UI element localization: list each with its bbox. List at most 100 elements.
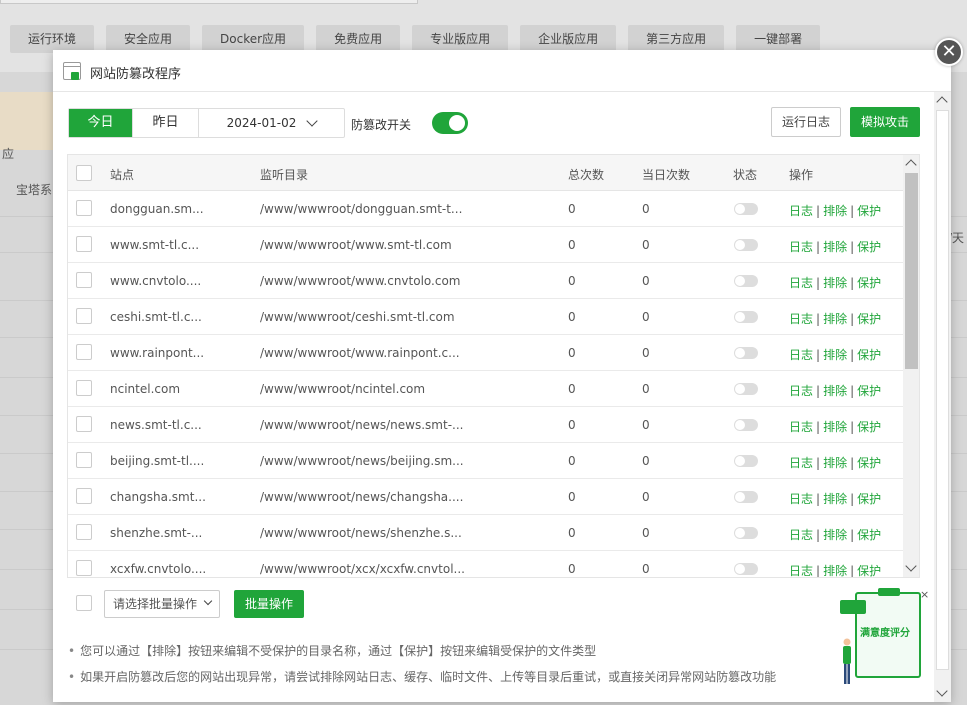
separator: | [816,240,821,254]
batch-operation-button[interactable]: 批量操作 [234,590,304,618]
row-checkbox[interactable] [76,236,92,252]
monitor-directory: /www/wwwroot/news/shenzhe.s... [260,526,462,540]
log-link[interactable]: 日志 [789,564,813,577]
log-link[interactable]: 日志 [789,384,813,398]
exclude-link[interactable]: 排除 [823,276,847,290]
log-link[interactable]: 日志 [789,348,813,362]
background-tabs: 运行环境 安全应用 Docker应用 免费应用 专业版应用 企业版应用 第三方应用 一键部署 [10,25,832,53]
row-checkbox[interactable] [76,380,92,396]
status-toggle[interactable] [734,419,758,431]
row-checkbox[interactable] [76,416,92,432]
status-toggle[interactable] [734,455,758,467]
exclude-link[interactable]: 排除 [823,528,847,542]
site-name: www.cnvtolo.... [110,274,202,288]
run-log-button[interactable]: 运行日志 [771,107,841,137]
protect-link[interactable]: 保护 [857,384,881,398]
yesterday-button[interactable]: 昨日 [133,109,199,137]
row-checkbox[interactable] [76,200,92,216]
exclude-link[interactable]: 排除 [823,312,847,326]
exclude-link[interactable]: 排除 [823,420,847,434]
exclude-link[interactable]: 排除 [823,348,847,362]
row-checkbox[interactable] [76,272,92,288]
status-toggle[interactable] [734,527,758,539]
simulate-attack-button[interactable]: 模拟攻击 [850,107,920,137]
row-checkbox[interactable] [76,488,92,504]
status-toggle[interactable] [734,383,758,395]
batch-operation-select[interactable]: 请选择批量操作 [104,590,220,618]
select-all-checkbox[interactable] [76,165,92,181]
log-link[interactable]: 日志 [789,204,813,218]
log-link[interactable]: 日志 [789,528,813,542]
monitor-directory: /www/wwwroot/www.rainpont.c... [260,346,460,360]
exclude-link[interactable]: 排除 [823,492,847,506]
tip-line: 如果开启防篡改后您的网站出现异常，请尝试排除网站日志、缓存、临时文件、上传等目录… [68,668,776,685]
today-count: 0 [642,346,650,360]
exclude-link[interactable]: 排除 [823,204,847,218]
tamper-toggle-label: 防篡改开关 [351,118,412,132]
background-tab: 专业版应用 [412,25,509,53]
row-checkbox[interactable] [76,344,92,360]
satisfaction-close-icon[interactable]: × [920,588,929,601]
log-link[interactable]: 日志 [789,492,813,506]
row-checkbox[interactable] [76,452,92,468]
header-total: 总次数 [568,168,605,182]
row-checkbox[interactable] [76,560,92,576]
status-toggle[interactable] [734,275,758,287]
table-row: shenzhe.smt-... /www/wwwroot/news/shenzhe… [68,515,903,551]
date-select[interactable]: 2024-01-02 [199,109,344,137]
protect-link[interactable]: 保护 [857,240,881,254]
protect-link[interactable]: 保护 [857,456,881,470]
log-link[interactable]: 日志 [789,420,813,434]
person-icon [843,638,851,684]
scroll-down-icon[interactable] [936,685,948,697]
monitor-directory: /www/wwwroot/www.cnvtolo.com [260,274,461,288]
protect-link[interactable]: 保护 [857,312,881,326]
satisfaction-widget[interactable]: 满意度评分 [836,588,928,692]
table-scrollbar[interactable] [903,155,919,577]
exclude-link[interactable]: 排除 [823,456,847,470]
modal-scrollbar[interactable] [934,92,951,702]
exclude-link[interactable]: 排除 [823,240,847,254]
status-toggle[interactable] [734,311,758,323]
protect-link[interactable]: 保护 [857,420,881,434]
scrollbar-thumb[interactable] [905,173,918,369]
lock-icon [71,72,79,80]
scroll-down-icon[interactable] [905,560,917,572]
status-toggle[interactable] [734,491,758,503]
exclude-link[interactable]: 排除 [823,384,847,398]
status-toggle[interactable] [734,563,758,575]
background-tab: 一键部署 [736,25,821,53]
today-count: 0 [642,202,650,216]
tamper-toggle[interactable] [432,112,468,134]
monitor-directory: /www/wwwroot/www.smt-tl.com [260,238,452,252]
row-checkbox[interactable] [76,308,92,324]
today-button[interactable]: 今日 [69,109,133,137]
row-actions: 日志 | 排除 | 保护 [789,202,881,219]
total-count: 0 [568,454,576,468]
modal-header: 网站防篡改程序 [53,50,951,92]
log-link[interactable]: 日志 [789,456,813,470]
protect-link[interactable]: 保护 [857,276,881,290]
modal-scrollbar-thumb[interactable] [936,110,949,670]
row-actions: 日志 | 排除 | 保护 [789,382,881,399]
protect-link[interactable]: 保护 [857,204,881,218]
separator: | [816,528,821,542]
log-link[interactable]: 日志 [789,276,813,290]
protect-link[interactable]: 保护 [857,348,881,362]
close-icon[interactable]: ✕ [935,38,963,66]
log-link[interactable]: 日志 [789,312,813,326]
footer-select-all-checkbox[interactable] [76,595,92,611]
exclude-link[interactable]: 排除 [823,564,847,577]
row-checkbox[interactable] [76,524,92,540]
protect-link[interactable]: 保护 [857,528,881,542]
scroll-up-icon[interactable] [936,96,948,108]
scroll-up-icon[interactable] [905,159,917,171]
header-actions: 操作 [789,168,814,182]
status-toggle[interactable] [734,239,758,251]
protect-link[interactable]: 保护 [857,564,881,577]
status-toggle[interactable] [734,347,758,359]
log-link[interactable]: 日志 [789,240,813,254]
protect-link[interactable]: 保护 [857,492,881,506]
status-toggle[interactable] [734,203,758,215]
separator: | [816,420,821,434]
